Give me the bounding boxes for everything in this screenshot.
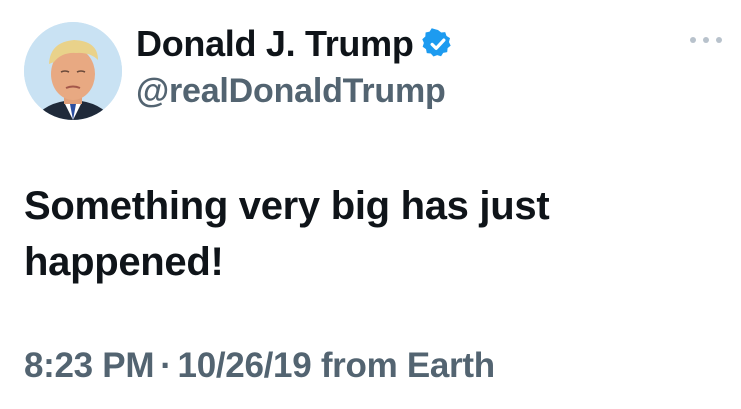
display-name[interactable]: Donald J. Trump (136, 23, 414, 65)
tweet-source: from Earth (320, 346, 495, 385)
name-row: Donald J. Trump (136, 22, 454, 66)
meta-separator: · (160, 346, 172, 385)
more-dot (716, 37, 722, 43)
more-dot (703, 37, 709, 43)
tweet-meta: 8:23 PM · 10/26/19 from Earth (24, 346, 495, 386)
verified-badge-icon[interactable] (421, 28, 454, 60)
avatar[interactable] (24, 22, 122, 120)
tweet-time[interactable]: 8:23 PM (24, 346, 154, 385)
more-dot (690, 37, 696, 43)
tweet-date[interactable]: 10/26/19 (178, 346, 312, 385)
more-options-icon[interactable] (690, 28, 722, 52)
avatar-image (24, 22, 122, 120)
tweet-text: Something very big has just happened! (24, 184, 550, 284)
tweet-card: Donald J. Trump @realDonaldTrump Somethi… (0, 0, 741, 409)
user-handle[interactable]: @realDonaldTrump (136, 72, 446, 111)
